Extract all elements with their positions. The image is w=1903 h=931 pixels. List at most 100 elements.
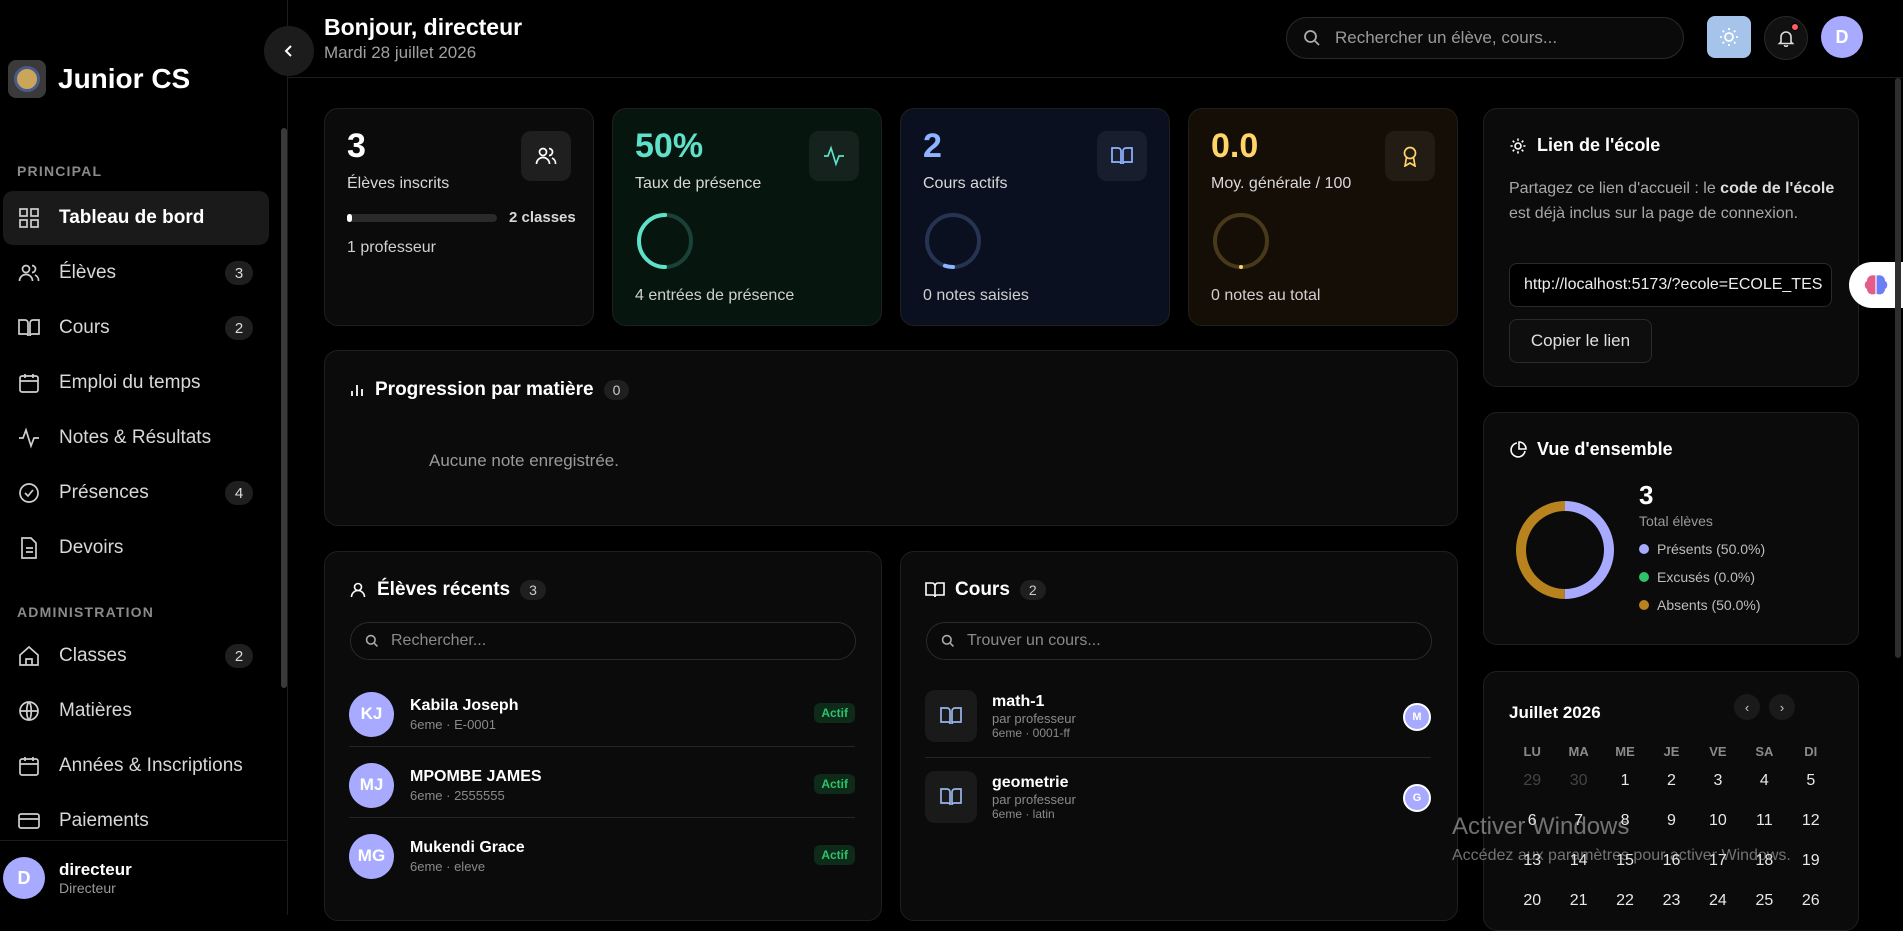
sidebar-item-label: Notes & Résultats: [59, 427, 212, 448]
calendar-day[interactable]: 21: [1555, 892, 1601, 910]
student-search-placeholder: Rechercher...: [391, 632, 487, 649]
watermark-title: Activer Windows: [1452, 813, 1630, 840]
user-avatar-button[interactable]: D: [1821, 16, 1863, 58]
progress-bar: [347, 214, 497, 222]
teacher-avatar: G: [1403, 784, 1431, 812]
page-scrollbar[interactable]: [1895, 78, 1901, 658]
school-link-card: Lien de l'école Partagez ce lien d'accue…: [1483, 108, 1859, 387]
user-profile[interactable]: D directeur Directeur: [0, 840, 288, 915]
check-circle-icon: [17, 481, 41, 505]
calendar-day[interactable]: 1: [1602, 772, 1648, 790]
avatar: D: [3, 857, 45, 899]
calendar-weekday: JE: [1663, 744, 1680, 759]
progress-label: 2 classes: [509, 209, 576, 226]
course-teacher: par professeur: [992, 710, 1076, 726]
course-search-placeholder: Trouver un cours...: [967, 632, 1101, 649]
sidebar-item-notes-r-sultats[interactable]: Notes & Résultats: [3, 411, 269, 465]
progression-title: Progression par matière: [375, 379, 594, 400]
teacher-avatar: M: [1403, 703, 1431, 731]
calendar-card: Juillet 2026 ‹ › LU MA ME JE VE SA DI 29 30 1 2 3 4 5…: [1483, 671, 1859, 931]
sidebar-item--l-ves[interactable]: Élèves 3: [3, 246, 269, 300]
stat-value: 3: [347, 127, 366, 165]
legend-item: Absents (50.0%): [1639, 597, 1765, 613]
global-search-input[interactable]: Rechercher un élève, cours...: [1286, 17, 1684, 59]
calendar-day[interactable]: 20: [1509, 892, 1555, 910]
calendar-prev-button[interactable]: ‹: [1734, 694, 1760, 720]
brand-name: Junior CS: [58, 63, 191, 94]
recent-students-title: Élèves récents: [377, 579, 511, 600]
sidebar-item-classes[interactable]: Classes 2: [3, 629, 269, 683]
course-row[interactable]: geometrie par professeur 6eme · latin G: [925, 762, 1431, 832]
notifications-button[interactable]: [1764, 16, 1808, 60]
attendance-donut-chart: [1516, 501, 1614, 599]
sidebar-item-label: Devoirs: [59, 537, 124, 558]
sun-icon: [1720, 28, 1738, 46]
pie-chart-icon: [1510, 440, 1527, 458]
student-row[interactable]: KJ Kabila Joseph 6eme · E-0001 Actif: [349, 679, 855, 749]
progression-count: 0: [603, 380, 630, 400]
users-icon: [17, 261, 41, 285]
sidebar-item-mati-res[interactable]: Matières: [3, 684, 269, 738]
theme-toggle-button[interactable]: [1707, 16, 1751, 58]
calendar-day[interactable]: 26: [1788, 892, 1834, 910]
sidebar-item-cours[interactable]: Cours 2: [3, 301, 269, 355]
courses-card: Cours 2 Trouver un cours... math-1 par pr…: [900, 551, 1458, 921]
activity-icon: [17, 426, 41, 450]
overview-header: Vue d'ensemble: [1509, 439, 1673, 460]
user-role: Directeur: [59, 880, 116, 896]
user-name: directeur: [59, 860, 132, 879]
sidebar-item-tableau-de-bord[interactable]: Tableau de bord: [3, 191, 269, 245]
nav-section-principal: PRINCIPAL: [17, 163, 103, 179]
copy-link-button[interactable]: Copier le lien: [1509, 319, 1652, 363]
brand[interactable]: Junior CS: [8, 60, 190, 98]
calendar-day[interactable]: 3: [1695, 772, 1741, 790]
student-search-input[interactable]: Rechercher...: [350, 622, 856, 660]
course-row[interactable]: math-1 par professeur 6eme · 0001-ff M: [925, 681, 1431, 751]
sidebar-item-emploi-du-temps[interactable]: Emploi du temps: [3, 356, 269, 410]
calendar-weekday: VE: [1709, 744, 1727, 759]
calendar-day[interactable]: 4: [1741, 772, 1787, 790]
sidebar-item-label: Emploi du temps: [59, 372, 201, 393]
calendar-day[interactable]: 30: [1555, 772, 1601, 790]
calendar-day[interactable]: 23: [1648, 892, 1694, 910]
calendar-day[interactable]: 2: [1648, 772, 1694, 790]
notification-dot: [1791, 23, 1799, 31]
book-icon: [925, 771, 977, 823]
status-badge: Actif: [814, 845, 855, 865]
stat-card: 50% Taux de présence 4 entrées de présen…: [612, 108, 882, 326]
calendar-day[interactable]: 29: [1509, 772, 1555, 790]
calendar-day[interactable]: 24: [1695, 892, 1741, 910]
calendar-weekday: SA: [1755, 744, 1774, 759]
student-meta: 6eme · 2555555: [410, 787, 505, 803]
school-link-title: Lien de l'école: [1537, 135, 1661, 155]
sidebar-item-ann-es-inscriptions[interactable]: Années & Inscriptions: [3, 739, 269, 793]
calendar-next-button[interactable]: ›: [1769, 694, 1795, 720]
file-icon: [17, 536, 41, 560]
calendar-day[interactable]: 25: [1741, 892, 1787, 910]
gear-icon: [1510, 138, 1526, 153]
search-icon: [365, 634, 378, 647]
school-link-url-field[interactable]: http://localhost:5173/?ecole=ECOLE_TES: [1509, 263, 1832, 307]
stat-card: 3 Élèves inscrits 2 classes 1 professeur: [324, 108, 594, 326]
overview-total: 3: [1639, 480, 1654, 510]
courses-count: 2: [1019, 580, 1046, 600]
calendar-day[interactable]: 12: [1788, 812, 1834, 830]
avatar: MJ: [349, 762, 394, 808]
windows-activation-watermark: Activer Windows Accédez aux paramètres p…: [1452, 813, 1791, 865]
sidebar-item-label: Tableau de bord: [59, 207, 205, 228]
overview-card: Vue d'ensemble 3 Total élèves Présents (…: [1483, 412, 1859, 645]
book-icon: [1097, 131, 1147, 181]
sidebar-scrollbar[interactable]: [281, 128, 287, 688]
calendar-weekday: DI: [1804, 744, 1818, 759]
sidebar-item-devoirs[interactable]: Devoirs: [3, 521, 269, 575]
calendar-icon: [17, 754, 41, 778]
course-search-input[interactable]: Trouver un cours...: [926, 622, 1432, 660]
sidebar-item-pr-sences[interactable]: Présences 4: [3, 466, 269, 520]
student-row[interactable]: MJ MPOMBE JAMES 6eme · 2555555 Actif: [349, 750, 855, 820]
calendar-day[interactable]: 19: [1788, 852, 1834, 870]
stat-card: 0.0 Moy. générale / 100 0 notes au total: [1188, 108, 1458, 326]
calendar-day[interactable]: 22: [1602, 892, 1648, 910]
student-row[interactable]: MG Mukendi Grace 6eme · eleve Actif: [349, 821, 855, 891]
calendar-day[interactable]: 5: [1788, 772, 1834, 790]
page-title: Bonjour, directeur: [324, 14, 523, 40]
